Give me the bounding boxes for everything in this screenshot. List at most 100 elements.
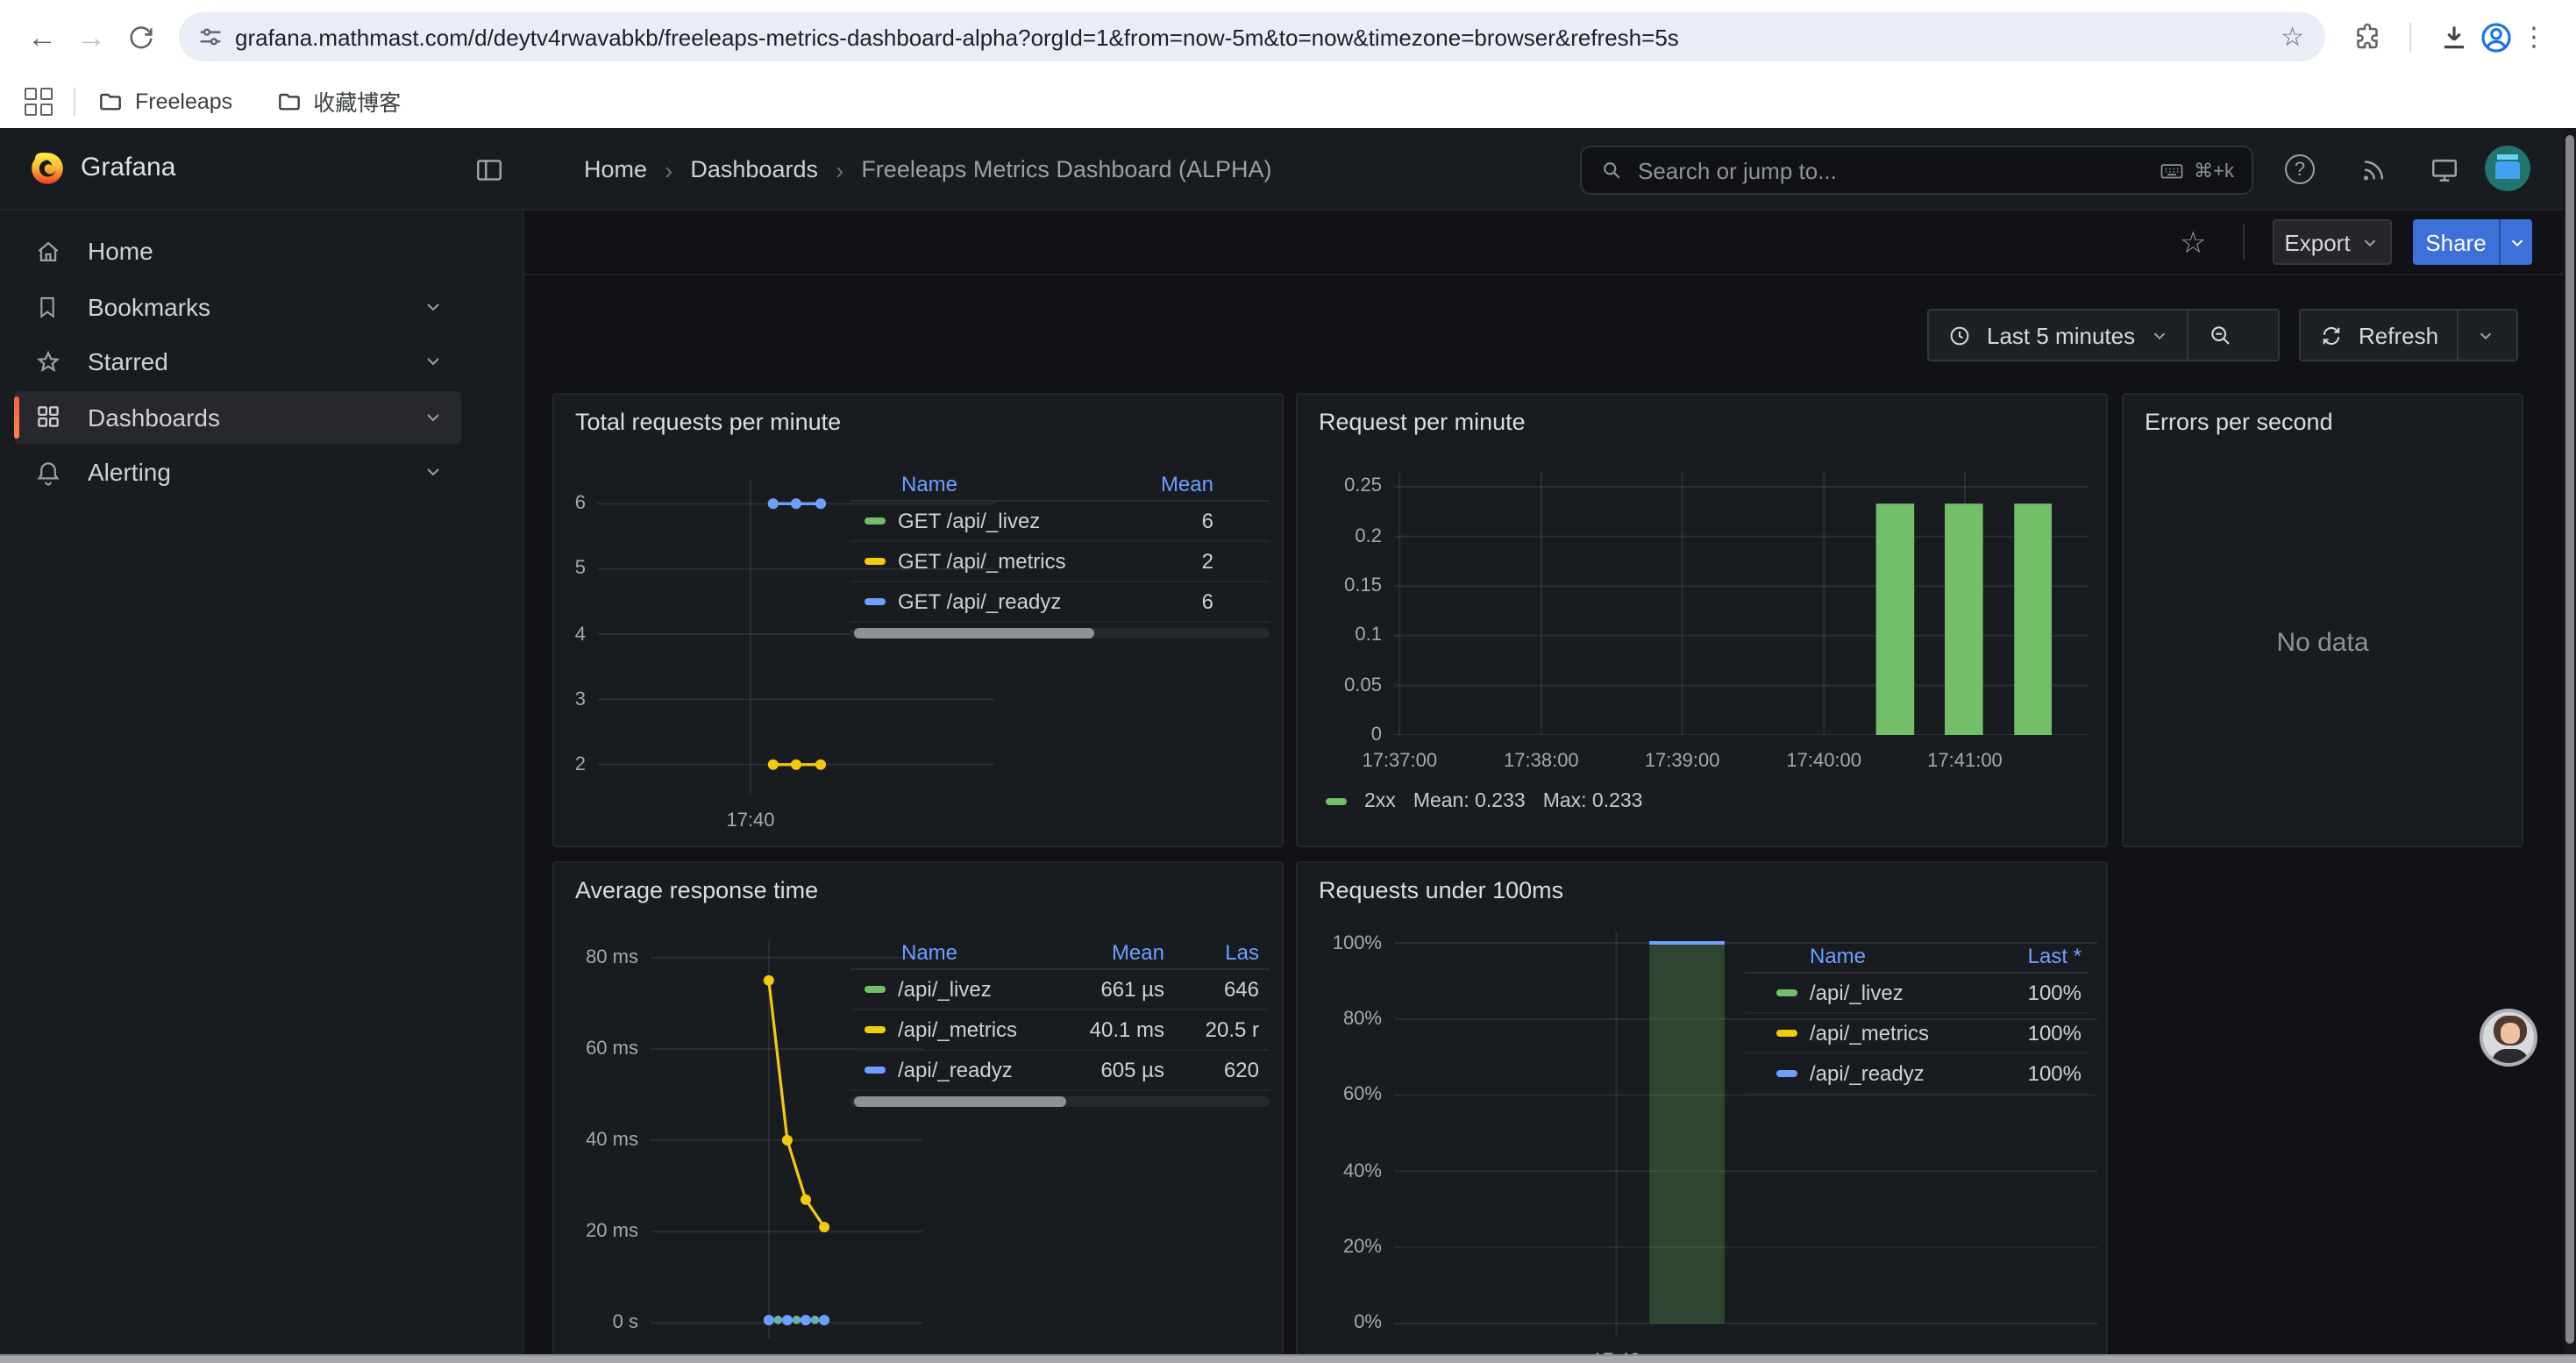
search-input[interactable]: Search or jump to... ⌘+k (1580, 146, 2253, 195)
sidebar-item-dashboards[interactable]: Dashboards (14, 390, 461, 443)
user-avatar[interactable] (2485, 146, 2530, 191)
legend-scrollbar[interactable] (850, 1096, 1270, 1107)
extensions-button[interactable] (2346, 16, 2388, 58)
refresh-interval-button[interactable] (2456, 310, 2512, 360)
sidebar-toggle-button[interactable] (473, 154, 505, 186)
bookmark-folder-blogs[interactable]: 收藏博客 (274, 84, 401, 118)
assistant-avatar-bubble[interactable] (2480, 1009, 2537, 1067)
time-range-picker[interactable]: Last 5 minutes (1929, 310, 2186, 360)
help-button[interactable]: ? (2285, 154, 2315, 184)
zoom-out-button[interactable] (2186, 310, 2251, 360)
time-range-controls: Last 5 minutes (1927, 309, 2280, 361)
sidebar-item-label: Home (88, 237, 461, 265)
legend-scrollbar[interactable] (850, 628, 1270, 639)
chart-request-per-minute[interactable] (1394, 472, 2089, 735)
series-name[interactable]: /api/_livez (898, 977, 992, 1002)
series-swatch[interactable] (1776, 1070, 1797, 1077)
series-name[interactable]: 2xx (1364, 791, 1396, 812)
series-name[interactable]: /api/_livez (1810, 981, 1904, 1005)
series-swatch[interactable] (865, 517, 886, 525)
series-swatch[interactable] (865, 558, 886, 565)
legend-table: Name Mean Las /api/_livez 661 µs 646 /ap… (850, 937, 1270, 1107)
panel-title[interactable]: Requests under 100ms (1319, 877, 1563, 903)
browser-toolbar: ← → ☆ ⋮ (0, 0, 2576, 74)
legend-row: /api/_livez 661 µs 646 (850, 970, 1270, 1010)
series-name[interactable]: GET /api/_metrics (898, 549, 1066, 574)
series-last: 100% (1990, 1061, 2089, 1086)
news-button[interactable] (2359, 154, 2388, 184)
forward-button[interactable]: → (67, 12, 116, 61)
browser-menu-button[interactable]: ⋮ (2516, 21, 2551, 53)
series-name[interactable]: GET /api/_readyz (898, 589, 1061, 614)
series-name[interactable]: /api/_metrics (898, 1017, 1017, 1042)
series-swatch[interactable] (1776, 989, 1797, 996)
toolbar-underline (524, 274, 2576, 275)
sidebar-item-alerting[interactable]: Alerting (14, 446, 461, 498)
display-button[interactable] (2429, 154, 2460, 186)
series-mean: 2 (1143, 549, 1270, 574)
grafana-brand[interactable]: Grafana (81, 153, 175, 182)
y-axis-tick-label: 40 ms (586, 1128, 638, 1152)
refresh-controls: Refresh (2299, 309, 2518, 361)
page-vertical-scrollbar[interactable] (2564, 128, 2576, 1354)
downloads-button[interactable] (2432, 16, 2474, 58)
site-settings-icon[interactable] (196, 23, 224, 51)
series-name[interactable]: GET /api/_livez (898, 509, 1040, 533)
y-axis-tick-label: 3 (575, 687, 586, 711)
sidebar-item-label: Alerting (88, 458, 398, 486)
panel-title[interactable]: Average response time (575, 877, 818, 903)
grafana-logo[interactable] (28, 149, 67, 188)
url-input[interactable] (224, 24, 2281, 50)
series-swatch[interactable] (865, 986, 886, 993)
legend-header-name[interactable]: Name (850, 940, 1063, 965)
legend-header-name[interactable]: Name (850, 472, 1143, 496)
sidebar-item-starred[interactable]: Starred (14, 335, 461, 388)
breadcrumb-separator: › (665, 155, 672, 183)
legend-header-last[interactable]: Las (1171, 940, 1270, 965)
y-axis-tick-label: 60 ms (586, 1037, 638, 1061)
sidebar-item-bookmarks[interactable]: Bookmarks (14, 280, 461, 332)
apps-grid-icon[interactable] (25, 87, 53, 115)
scrollbar-thumb[interactable] (2565, 135, 2574, 1344)
refresh-button[interactable]: Refresh (2301, 310, 2456, 360)
bell-icon (32, 457, 63, 487)
bookmark-folder-freeleaps[interactable]: Freeleaps (96, 87, 232, 115)
legend-header-mean[interactable]: Mean (1063, 940, 1171, 965)
series-swatch[interactable] (865, 1026, 886, 1033)
legend-header-mean[interactable]: Mean (1143, 472, 1270, 496)
sidebar-item-home[interactable]: Home (14, 225, 461, 277)
legend-table: Name Last * /api/_livez 100% /api/_metri… (1745, 940, 2089, 1095)
series-swatch[interactable] (865, 598, 886, 605)
chevron-down-icon (423, 406, 444, 427)
page-horizontal-scrollbar[interactable] (0, 1354, 2576, 1363)
legend-header-name[interactable]: Name (1745, 944, 1990, 968)
series-name[interactable]: /api/_readyz (898, 1058, 1013, 1082)
url-bar[interactable]: ☆ (179, 12, 2325, 61)
y-axis-tick-label: 100% (1333, 931, 1382, 955)
y-axis-tick-label: 20% (1343, 1235, 1382, 1260)
breadcrumb-dashboards[interactable]: Dashboards (690, 156, 818, 182)
breadcrumb-home[interactable]: Home (584, 156, 647, 182)
series-name[interactable]: /api/_metrics (1810, 1021, 1929, 1045)
back-button[interactable]: ← (18, 12, 67, 61)
series-swatch[interactable] (1326, 798, 1347, 805)
share-menu-button[interactable] (2499, 219, 2532, 265)
grafana-header: Grafana Home › Dashboards › Freeleaps Me… (0, 128, 2576, 211)
panel-title[interactable]: Request per minute (1319, 409, 1526, 435)
panel-title[interactable]: Errors per second (2145, 409, 2333, 435)
share-button[interactable]: Share (2413, 219, 2532, 265)
legend-row: /api/_livez 100% (1745, 974, 2089, 1014)
export-button[interactable]: Export (2273, 219, 2392, 265)
series-swatch[interactable] (865, 1067, 886, 1074)
keyboard-icon (2159, 157, 2185, 183)
favorite-dashboard-button[interactable]: ☆ (2180, 226, 2207, 261)
legend-header-last[interactable]: Last * (1990, 944, 2089, 968)
series-name[interactable]: /api/_readyz (1810, 1061, 1925, 1086)
series-swatch[interactable] (1776, 1030, 1797, 1037)
bookmark-star-icon[interactable]: ☆ (2281, 21, 2308, 53)
reload-button[interactable] (116, 12, 165, 61)
series-last: 646 (1171, 977, 1270, 1002)
profile-button[interactable] (2474, 16, 2516, 58)
legend-row: /api/_metrics 40.1 ms 20.5 r (850, 1010, 1270, 1051)
panel-title[interactable]: Total requests per minute (575, 409, 841, 435)
